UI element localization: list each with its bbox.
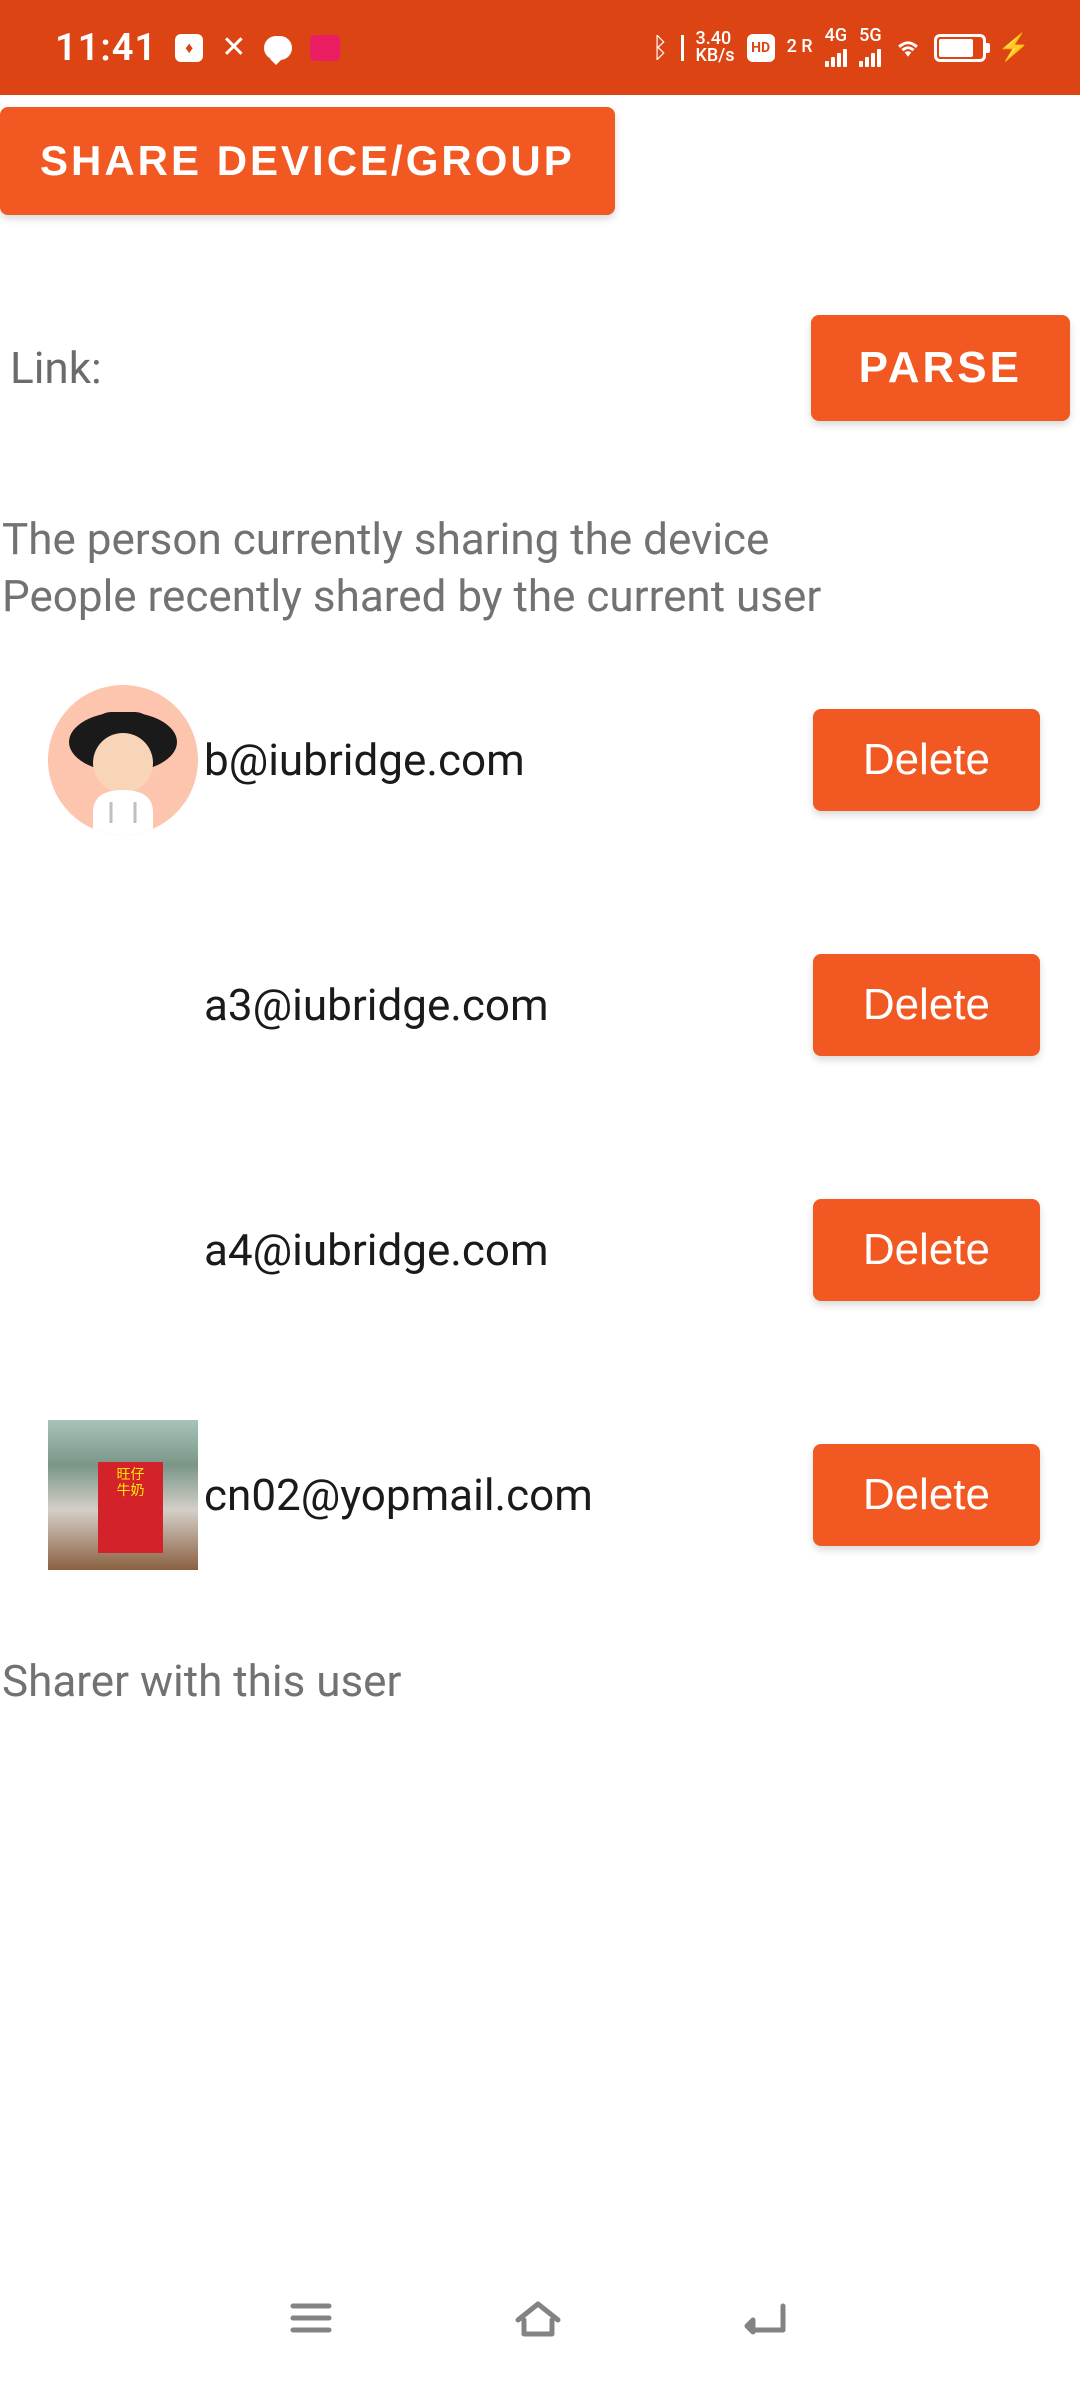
recent-apps-button[interactable] (287, 2298, 335, 2342)
share-button-container: SHARE DEVICE/GROUP (0, 95, 1080, 215)
status-bar: 11:41 ♦ ✕ ᛒ 3.40 KB/s HD 2 R 4G 5G (0, 0, 1080, 95)
app-icon-1: ♦ (175, 34, 203, 62)
charging-icon: ⚡ (998, 33, 1030, 63)
user-row: a3@iubridge.com Delete (0, 920, 1080, 1090)
link-label: Link: (10, 342, 102, 394)
hd-icon: HD (747, 34, 775, 62)
user-email: a3@iubridge.com (198, 979, 813, 1031)
link-row: Link: PARSE (0, 215, 1080, 421)
system-nav-bar (0, 2240, 1080, 2400)
user-row: a4@iubridge.com Delete (0, 1165, 1080, 1335)
status-right: ᛒ 3.40 KB/s HD 2 R 4G 5G ⚡ (652, 28, 1030, 66)
sharing-line1: The person currently sharing the device (2, 511, 1080, 568)
avatar-empty (48, 1175, 198, 1325)
share-device-button[interactable]: SHARE DEVICE/GROUP (0, 107, 615, 215)
user-email: cn02@yopmail.com (198, 1469, 813, 1521)
signal-bars-1 (825, 45, 847, 67)
signal-4g: 4G (825, 28, 848, 66)
bluetooth-icon: ᛒ (652, 31, 669, 64)
data-rate: 3.40 KB/s (696, 31, 735, 63)
avatar (48, 685, 198, 835)
avatar-photo (48, 1420, 198, 1570)
signal-5g: 5G (859, 28, 882, 66)
chat-icon (264, 36, 292, 60)
user-email: b@iubridge.com (198, 734, 813, 786)
back-button[interactable] (741, 2296, 793, 2344)
wifi-icon (894, 37, 922, 59)
home-button[interactable] (510, 2296, 566, 2344)
tools-icon: ✕ (221, 30, 246, 65)
delete-button[interactable]: Delete (813, 1199, 1040, 1301)
sharing-line2: People recently shared by the current us… (2, 568, 1080, 625)
sharer-footer: Sharer with this user (0, 1655, 1080, 1707)
user-email: a4@iubridge.com (198, 1224, 813, 1276)
net-sub: 2 R (787, 39, 813, 55)
user-row: cn02@yopmail.com Delete (0, 1410, 1080, 1580)
delete-button[interactable]: Delete (813, 954, 1040, 1056)
signal-bars-2 (859, 45, 881, 67)
parse-button[interactable]: PARSE (811, 315, 1070, 421)
clock: 11:41 (55, 26, 157, 70)
divider (681, 35, 684, 61)
delete-button[interactable]: Delete (813, 1444, 1040, 1546)
delete-button[interactable]: Delete (813, 709, 1040, 811)
battery-icon (934, 34, 986, 62)
sharing-section-header: The person currently sharing the device … (0, 421, 1080, 625)
user-list: b@iubridge.com Delete a3@iubridge.com De… (0, 625, 1080, 1580)
app-icon-2 (310, 35, 340, 61)
avatar-empty (48, 930, 198, 1080)
avatar-illustration-icon (48, 685, 198, 835)
user-row: b@iubridge.com Delete (0, 675, 1080, 845)
status-left: 11:41 ♦ ✕ (55, 26, 340, 70)
